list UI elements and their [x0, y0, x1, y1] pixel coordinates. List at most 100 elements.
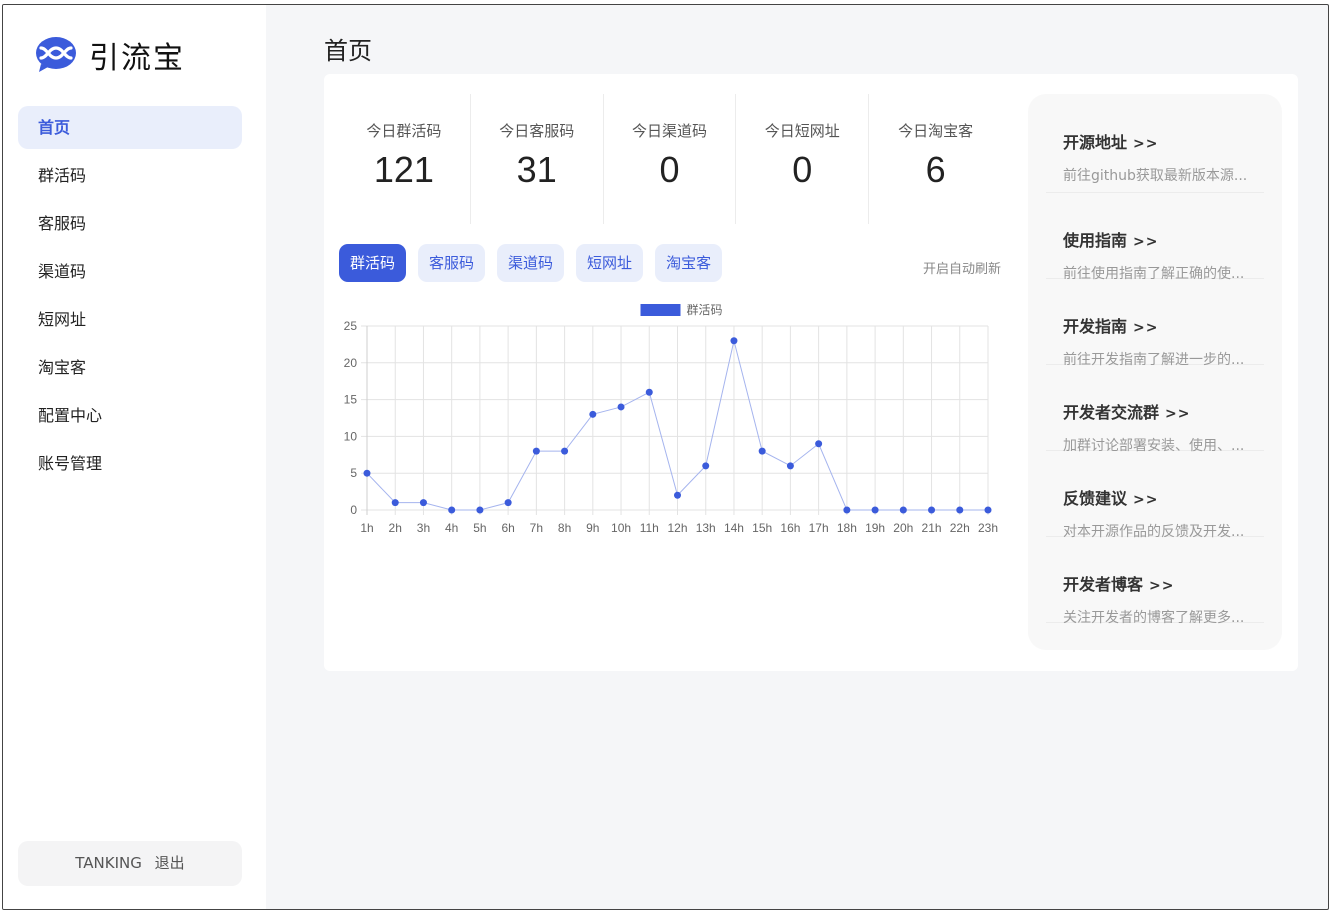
- data-point: [419, 499, 427, 507]
- link-desc: 前往使用指南了解正确的使...: [1063, 266, 1245, 282]
- dashboard-card: 今日群活码 121 今日客服码 31 今日渠道码 0 今日短网址 0 今日淘宝客…: [324, 74, 1298, 671]
- tab-taobaoke[interactable]: 淘宝客: [655, 244, 723, 282]
- sidebar-item-channel-qrcode[interactable]: 渠道码: [18, 250, 242, 293]
- app-name: 引流宝: [89, 41, 185, 76]
- data-point: [928, 506, 936, 514]
- x-tick-label: 1h: [360, 521, 373, 535]
- link-desc: 关注开发者的博客了解更多...: [1063, 610, 1245, 626]
- link-title: 开源地址 >>: [1063, 133, 1159, 152]
- data-point: [899, 506, 907, 514]
- link-dev-group[interactable]: 开发者交流群 >> 加群讨论部署安装、使用、...: [1046, 365, 1264, 454]
- y-tick-label: 25: [344, 319, 358, 333]
- x-tick-label: 7h: [530, 521, 543, 535]
- chart-grid: [361, 325, 989, 515]
- stats-row: 今日群活码 121 今日客服码 31 今日渠道码 0 今日短网址 0 今日淘宝客…: [338, 94, 1002, 224]
- user-logout-button[interactable]: TANKING 退出: [18, 841, 242, 886]
- page-title: 首页: [324, 37, 372, 65]
- data-point: [786, 462, 794, 470]
- data-point: [617, 403, 625, 411]
- stat-label: 今日渠道码: [631, 122, 707, 140]
- x-tick-label: 4h: [445, 521, 458, 535]
- x-axis-ticks: 1h 2h 3h 4h 5h 6h 7h 8h 9h 10h 11h 12h 13h 14h 15h 16h 1…: [360, 521, 998, 535]
- data-point: [504, 499, 512, 507]
- x-tick-label: 15h: [752, 521, 772, 535]
- stat-service-qrcode: 今日客服码 31: [471, 94, 604, 224]
- chart-svg: 0 5 10 15 20 25 1h 2h 3h 4h 5h 6h 7h 8h 9h 10h 11h 12h 13…: [344, 303, 998, 535]
- sidebar-item-account-management[interactable]: 账号管理: [18, 442, 242, 485]
- link-dev-blog[interactable]: 开发者博客 >> 关注开发者的博客了解更多...: [1046, 537, 1264, 626]
- tab-group-qrcode[interactable]: 群活码: [339, 244, 407, 282]
- sidebar-nav: 首页 群活码 客服码 渠道码 短网址 淘宝客 配置中心 账号管理: [18, 106, 242, 490]
- link-title: 开发者博客 >>: [1063, 575, 1175, 594]
- link-title: 开发者交流群 >>: [1063, 403, 1191, 422]
- resource-links-panel: 开源地址 >> 前往github获取最新版本源... 使用指南 >> 前往使用指南了…: [1028, 94, 1282, 650]
- username: TANKING: [75, 854, 142, 872]
- stat-label: 今日群活码: [366, 122, 442, 140]
- x-tick-label: 6h: [501, 521, 514, 535]
- stat-channel-qrcode: 今日渠道码 0: [604, 94, 737, 224]
- stat-taobaoke: 今日淘宝客 6: [869, 94, 1002, 224]
- x-tick-label: 12h: [667, 521, 687, 535]
- tab-short-url[interactable]: 短网址: [576, 244, 644, 282]
- link-user-guide[interactable]: 使用指南 >> 前往使用指南了解正确的使...: [1046, 193, 1264, 282]
- stat-group-qrcode: 今日群活码 121: [338, 94, 471, 224]
- double-chevron-icon: >>: [1133, 136, 1159, 152]
- data-point: [956, 506, 964, 514]
- link-desc: 前往开发指南了解进一步的...: [1063, 352, 1245, 368]
- x-tick-label: 8h: [558, 521, 571, 535]
- sidebar-item-short-url[interactable]: 短网址: [18, 298, 242, 341]
- logout-link[interactable]: 退出: [155, 854, 185, 872]
- x-tick-label: 11h: [640, 521, 659, 535]
- data-point: [871, 506, 879, 514]
- stat-value: 121: [373, 149, 434, 190]
- data-point: [758, 447, 766, 455]
- link-feedback[interactable]: 反馈建议 >> 对本开源作品的反馈及开发...: [1046, 451, 1264, 540]
- x-tick-label: 3h: [417, 521, 430, 535]
- stat-value: 6: [925, 149, 946, 190]
- link-desc: 加群讨论部署安装、使用、...: [1063, 438, 1245, 454]
- sidebar-item-service-qrcode[interactable]: 客服码: [18, 202, 242, 245]
- sidebar-item-home[interactable]: 首页: [18, 106, 242, 149]
- data-point: [984, 506, 992, 514]
- data-point: [730, 337, 738, 345]
- data-point: [589, 410, 597, 418]
- link-dev-guide[interactable]: 开发指南 >> 前往开发指南了解进一步的...: [1046, 279, 1264, 368]
- x-tick-label: 10h: [611, 521, 631, 535]
- stat-label: 今日淘宝客: [898, 122, 974, 140]
- y-tick-label: 15: [344, 393, 358, 407]
- x-tick-label: 23h: [978, 521, 998, 535]
- data-point: [448, 506, 456, 514]
- x-tick-label: 9h: [586, 521, 599, 535]
- y-tick-label: 20: [344, 356, 358, 370]
- link-desc: 前往github获取最新版本源...: [1063, 168, 1248, 184]
- auto-refresh-toggle[interactable]: 开启自动刷新: [923, 258, 1001, 277]
- link-open-source[interactable]: 开源地址 >> 前往github获取最新版本源...: [1046, 94, 1264, 193]
- sidebar-item-config-center[interactable]: 配置中心: [18, 394, 242, 437]
- x-tick-label: 14h: [724, 521, 744, 535]
- x-tick-label: 21h: [922, 521, 942, 535]
- x-tick-label: 2h: [389, 521, 402, 535]
- legend-label: 群活码: [687, 303, 723, 317]
- tab-service-qrcode[interactable]: 客服码: [418, 244, 486, 282]
- app-window: 引流宝 首页 群活码 客服码 渠道码 短网址 淘宝客 配置中心 账号管理 TAN…: [2, 4, 1329, 910]
- data-point: [815, 440, 823, 448]
- sidebar-item-taobaoke[interactable]: 淘宝客: [18, 346, 242, 389]
- legend-swatch: [640, 304, 681, 316]
- link-title: 使用指南 >>: [1063, 231, 1159, 250]
- sidebar: 引流宝 首页 群活码 客服码 渠道码 短网址 淘宝客 配置中心 账号管理 TAN…: [3, 5, 266, 909]
- y-tick-label: 5: [350, 466, 357, 480]
- double-chevron-icon: >>: [1165, 406, 1191, 422]
- link-desc: 对本开源作品的反馈及开发...: [1063, 524, 1245, 540]
- y-tick-label: 0: [350, 503, 357, 517]
- x-tick-label: 5h: [473, 521, 486, 535]
- sidebar-item-group-qrcode[interactable]: 群活码: [18, 154, 242, 197]
- logo: 引流宝: [35, 33, 185, 77]
- stat-label: 今日客服码: [499, 122, 575, 140]
- chart-legend: 群活码: [640, 303, 723, 317]
- double-chevron-icon: >>: [1133, 320, 1159, 336]
- data-point: [843, 506, 851, 514]
- chat-bubble-logo-icon: [36, 37, 76, 72]
- x-tick-label: 20h: [893, 521, 913, 535]
- tab-channel-qrcode[interactable]: 渠道码: [497, 244, 565, 282]
- x-tick-label: 16h: [780, 521, 800, 535]
